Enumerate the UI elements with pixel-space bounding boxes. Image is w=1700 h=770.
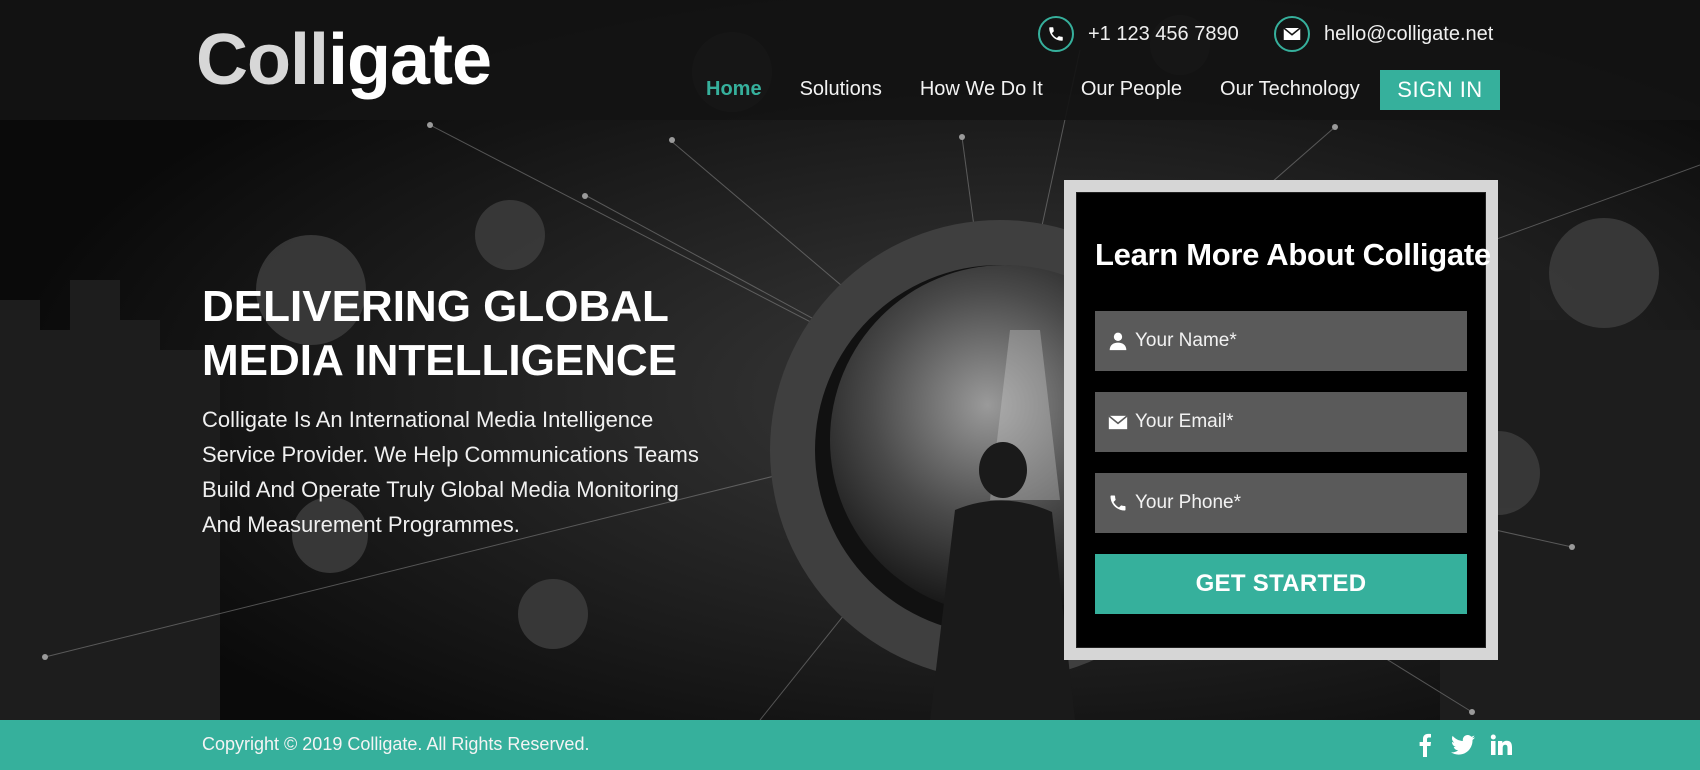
- page: Colligate +1 123 456 7890 hello@colligat…: [0, 0, 1700, 770]
- linkedin-icon[interactable]: [1488, 732, 1514, 758]
- nav-item-how-we-do-it[interactable]: How We Do It: [920, 78, 1043, 101]
- header-phone[interactable]: +1 123 456 7890: [1038, 14, 1239, 54]
- phone-input[interactable]: [1135, 473, 1467, 533]
- email-input[interactable]: [1135, 392, 1467, 452]
- email-field[interactable]: [1095, 392, 1467, 452]
- hero-title-line-1: DELIVERING GLOBAL: [202, 282, 669, 331]
- copyright-text: Copyright © 2019 Colligate. All Rights R…: [202, 734, 590, 754]
- phone-field[interactable]: [1095, 473, 1467, 533]
- lead-form: Learn More About Colligate GET STA: [1076, 192, 1491, 648]
- phone-icon: [1107, 492, 1129, 514]
- social-links: [1412, 732, 1514, 758]
- logo-text-part-a: Coll: [196, 20, 329, 100]
- facebook-icon[interactable]: [1412, 732, 1438, 758]
- name-field[interactable]: [1095, 311, 1467, 371]
- nav-item-home[interactable]: Home: [706, 78, 762, 101]
- twitter-icon[interactable]: [1450, 732, 1476, 758]
- lead-form-card: Learn More About Colligate GET STA: [1064, 180, 1498, 660]
- hero-title: DELIVERING GLOBAL MEDIA INTELLIGENCE: [202, 280, 762, 388]
- header-email-text: hello@colligate.net: [1324, 22, 1494, 45]
- site-footer: Copyright © 2019 Colligate. All Rights R…: [0, 720, 1700, 770]
- nav-item-our-people[interactable]: Our People: [1081, 78, 1182, 101]
- main-nav: Home Solutions How We Do It Our People O…: [706, 74, 1360, 104]
- envelope-icon: [1107, 411, 1129, 433]
- get-started-button[interactable]: GET STARTED: [1095, 554, 1467, 614]
- nav-item-solutions[interactable]: Solutions: [800, 78, 882, 101]
- logo-text-part-b: igate: [327, 20, 492, 100]
- brand-logo[interactable]: Colligate: [196, 20, 492, 100]
- header-phone-text: +1 123 456 7890: [1088, 22, 1239, 45]
- form-title: Learn More About Colligate: [1095, 237, 1491, 272]
- hero-description: Colligate Is An International Media Inte…: [202, 407, 699, 537]
- site-header: Colligate +1 123 456 7890 hello@colligat…: [0, 0, 1700, 120]
- user-icon: [1107, 330, 1129, 352]
- hero-title-line-2: MEDIA INTELLIGENCE: [202, 336, 678, 385]
- envelope-icon: [1274, 16, 1310, 52]
- name-input[interactable]: [1135, 311, 1467, 371]
- nav-item-our-technology[interactable]: Our Technology: [1220, 78, 1360, 101]
- sign-in-button[interactable]: SIGN IN: [1380, 70, 1500, 110]
- phone-icon: [1038, 16, 1074, 52]
- header-email[interactable]: hello@colligate.net: [1274, 14, 1493, 54]
